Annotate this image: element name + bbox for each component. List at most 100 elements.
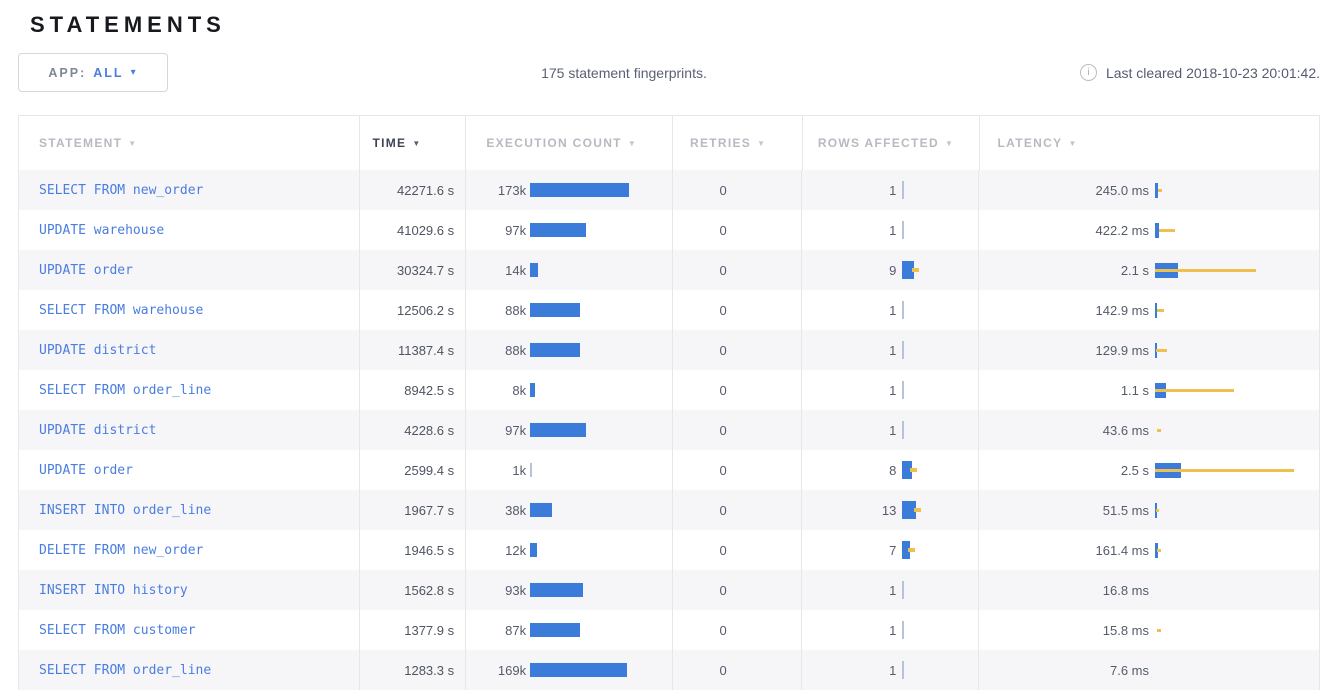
table-row: SELECT FROM customer 1377.9 s 87k 0 1 15…	[19, 610, 1319, 650]
latency-bar	[1155, 383, 1319, 398]
statement-cell: UPDATE warehouse	[19, 210, 360, 250]
time-value: 1377.9 s	[404, 623, 454, 638]
execution-count-cell: 12k	[466, 530, 673, 570]
statement-count-text: 175 statement fingerprints.	[168, 65, 1080, 81]
retries-cell: 0	[673, 650, 803, 690]
time-value: 4228.6 s	[404, 423, 454, 438]
table-row: INSERT INTO order_line 1967.7 s 38k 0 13…	[19, 490, 1319, 530]
rows-affected-value: 1	[802, 383, 896, 398]
execution-count-cell: 88k	[466, 290, 673, 330]
retries-value: 0	[673, 223, 727, 238]
column-header-rows[interactable]: ROWS AFFECTED ▼	[803, 116, 980, 170]
table-body: SELECT FROM new_order 42271.6 s 173k 0 1…	[19, 170, 1319, 690]
time-cell: 12506.2 s	[360, 290, 466, 330]
rows-affected-value: 9	[802, 263, 896, 278]
statement-link[interactable]: UPDATE order	[39, 263, 133, 278]
latency-cell: 16.8 ms	[979, 570, 1319, 610]
latency-bar	[1155, 423, 1319, 438]
retries-cell: 0	[673, 610, 803, 650]
statement-cell: SELECT FROM order_line	[19, 650, 360, 690]
statement-link[interactable]: UPDATE district	[39, 343, 156, 358]
statement-link[interactable]: INSERT INTO history	[39, 583, 188, 598]
execution-count-cell: 87k	[466, 610, 673, 650]
time-cell: 4228.6 s	[360, 410, 466, 450]
rows-affected-cell: 1	[802, 210, 979, 250]
time-value: 12506.2 s	[397, 303, 454, 318]
rows-affected-bar	[902, 341, 926, 359]
latency-cell: 7.6 ms	[979, 650, 1319, 690]
column-header-time[interactable]: TIME ▼	[360, 116, 466, 170]
time-cell: 8942.5 s	[360, 370, 466, 410]
statement-link[interactable]: UPDATE warehouse	[39, 223, 164, 238]
rows-affected-bar	[902, 421, 926, 439]
time-value: 8942.5 s	[404, 383, 454, 398]
statement-link[interactable]: UPDATE district	[39, 423, 156, 438]
latency-cell: 1.1 s	[979, 370, 1319, 410]
statement-link[interactable]: SELECT FROM order_line	[39, 383, 211, 398]
time-cell: 1283.3 s	[360, 650, 466, 690]
execution-count-cell: 8k	[466, 370, 673, 410]
execution-count-cell: 88k	[466, 330, 673, 370]
rows-affected-cell: 1	[802, 330, 979, 370]
rows-affected-cell: 9	[802, 250, 979, 290]
info-icon[interactable]: i	[1080, 64, 1097, 81]
latency-bar	[1155, 503, 1319, 518]
retries-value: 0	[673, 503, 727, 518]
retries-cell: 0	[673, 170, 803, 210]
column-header-exec[interactable]: EXECUTION COUNT ▼	[466, 116, 673, 170]
statement-link[interactable]: SELECT FROM customer	[39, 623, 196, 638]
column-header-latency[interactable]: LATENCY ▼	[980, 116, 1319, 170]
rows-affected-cell: 1	[802, 610, 979, 650]
app-filter-dropdown[interactable]: APP: ALL ▾	[18, 53, 168, 92]
execution-count-bar	[530, 623, 580, 637]
statement-cell: DELETE FROM new_order	[19, 530, 360, 570]
rows-affected-value: 7	[802, 543, 896, 558]
rows-affected-cell: 8	[802, 450, 979, 490]
retries-value: 0	[673, 463, 727, 478]
table-row: DELETE FROM new_order 1946.5 s 12k 0 7 1…	[19, 530, 1319, 570]
retries-cell: 0	[673, 370, 803, 410]
execution-count-value: 87k	[466, 623, 526, 638]
column-header-statement[interactable]: STATEMENT ▼	[19, 116, 360, 170]
column-header-label: EXECUTION COUNT	[486, 136, 622, 150]
rows-affected-bar	[902, 461, 926, 479]
time-cell: 1377.9 s	[360, 610, 466, 650]
latency-value: 2.1 s	[979, 263, 1149, 278]
statement-link[interactable]: SELECT FROM order_line	[39, 663, 211, 678]
execution-count-bar	[530, 543, 537, 557]
retries-value: 0	[673, 183, 727, 198]
statement-cell: SELECT FROM warehouse	[19, 290, 360, 330]
execution-count-value: 1k	[466, 463, 526, 478]
table-row: UPDATE order 30324.7 s 14k 0 9 2.1 s	[19, 250, 1319, 290]
execution-count-bar	[530, 423, 586, 437]
latency-value: 2.5 s	[979, 463, 1149, 478]
latency-bar	[1155, 343, 1319, 358]
table-row: INSERT INTO history 1562.8 s 93k 0 1 16.…	[19, 570, 1319, 610]
execution-count-value: 88k	[466, 303, 526, 318]
retries-cell: 0	[673, 330, 803, 370]
statement-link[interactable]: DELETE FROM new_order	[39, 543, 203, 558]
table-row: SELECT FROM warehouse 12506.2 s 88k 0 1 …	[19, 290, 1319, 330]
time-value: 42271.6 s	[397, 183, 454, 198]
execution-count-cell: 93k	[466, 570, 673, 610]
rows-affected-value: 1	[802, 583, 896, 598]
rows-affected-bar	[902, 661, 926, 679]
statement-link[interactable]: SELECT FROM new_order	[39, 183, 203, 198]
time-cell: 41029.6 s	[360, 210, 466, 250]
table-row: SELECT FROM new_order 42271.6 s 173k 0 1…	[19, 170, 1319, 210]
rows-affected-cell: 1	[802, 570, 979, 610]
latency-bar	[1155, 303, 1319, 318]
statement-link[interactable]: SELECT FROM warehouse	[39, 303, 203, 318]
time-value: 2599.4 s	[404, 463, 454, 478]
retries-cell: 0	[673, 250, 803, 290]
latency-value: 7.6 ms	[979, 663, 1149, 678]
column-header-label: RETRIES	[690, 136, 751, 150]
time-cell: 2599.4 s	[360, 450, 466, 490]
rows-affected-bar	[902, 541, 926, 559]
column-header-retries[interactable]: RETRIES ▼	[673, 116, 803, 170]
latency-cell: 129.9 ms	[979, 330, 1319, 370]
statement-link[interactable]: INSERT INTO order_line	[39, 503, 211, 518]
latency-value: 16.8 ms	[979, 583, 1149, 598]
statement-link[interactable]: UPDATE order	[39, 463, 133, 478]
retries-cell: 0	[673, 530, 803, 570]
